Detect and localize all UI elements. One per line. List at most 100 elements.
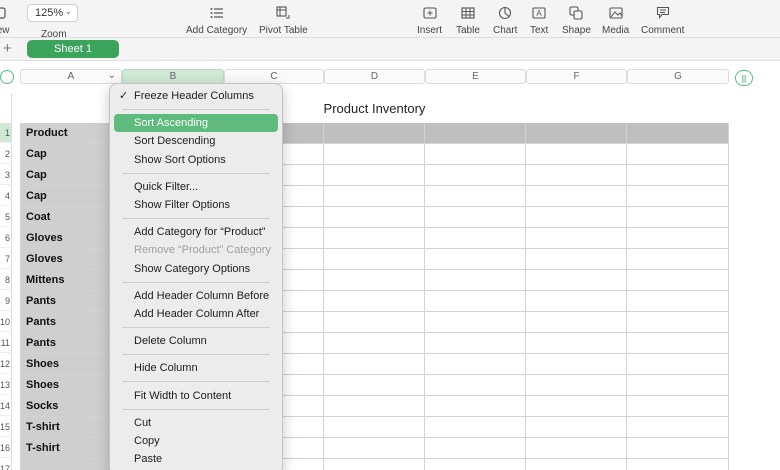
table-cell[interactable] <box>627 144 729 165</box>
add-sheet-button[interactable]: + <box>3 40 12 57</box>
table-cell[interactable] <box>526 375 627 396</box>
row-header[interactable]: 16 <box>0 438 12 458</box>
table-cell[interactable] <box>324 417 425 438</box>
row-header[interactable]: 7 <box>0 249 12 269</box>
pause-icon[interactable]: || <box>735 70 753 86</box>
table-cell[interactable] <box>324 186 425 207</box>
table-cell[interactable] <box>526 459 627 470</box>
table-cell[interactable] <box>627 186 729 207</box>
table-cell[interactable] <box>526 123 627 144</box>
table-cell[interactable] <box>526 438 627 459</box>
table-cell[interactable] <box>627 312 729 333</box>
table-cell[interactable] <box>324 228 425 249</box>
table-cell[interactable] <box>324 375 425 396</box>
product-cell[interactable]: Cap <box>20 165 122 186</box>
row-header[interactable]: 9 <box>0 291 12 311</box>
menu-item-hide-column[interactable]: Hide Column <box>114 359 278 377</box>
comment-button[interactable]: Comment <box>641 4 684 36</box>
menu-item-delete-column[interactable]: Delete Column <box>114 332 278 350</box>
row-header[interactable]: 12 <box>0 354 12 374</box>
media-button[interactable]: Media <box>602 4 629 36</box>
table-cell[interactable] <box>526 228 627 249</box>
table-cell[interactable] <box>627 375 729 396</box>
table-cell[interactable] <box>526 354 627 375</box>
product-cell[interactable]: T-shirt <box>20 417 122 438</box>
table-cell[interactable] <box>627 438 729 459</box>
row-header[interactable]: 4 <box>0 186 12 206</box>
table-cell[interactable] <box>627 333 729 354</box>
product-cell[interactable]: Cap <box>20 144 122 165</box>
table-cell[interactable] <box>425 333 526 354</box>
table-cell[interactable] <box>425 354 526 375</box>
table-cell[interactable] <box>425 459 526 470</box>
table-cell[interactable] <box>324 333 425 354</box>
table-cell[interactable] <box>526 207 627 228</box>
product-cell[interactable]: Pants <box>20 312 122 333</box>
product-cell[interactable]: Shoes <box>20 354 122 375</box>
menu-item-sort-ascending[interactable]: Sort Ascending <box>114 114 278 133</box>
table-cell[interactable] <box>627 123 729 144</box>
column-header-d[interactable]: D <box>324 69 425 84</box>
menu-item-show-filter-options[interactable]: Show Filter Options <box>114 196 278 214</box>
menu-item-cut[interactable]: Cut <box>114 414 278 432</box>
table-cell[interactable] <box>627 417 729 438</box>
row-header[interactable]: 3 <box>0 165 12 185</box>
row-header[interactable]: 2 <box>0 144 12 164</box>
product-cell[interactable]: Socks <box>20 396 122 417</box>
table-cell[interactable] <box>526 396 627 417</box>
product-cell[interactable]: Shoes <box>20 375 122 396</box>
table-cell[interactable] <box>627 249 729 270</box>
menu-item-copy[interactable]: Copy <box>114 432 278 450</box>
table-cell[interactable] <box>526 270 627 291</box>
tab-sheet-1[interactable]: Sheet 1 <box>27 40 119 58</box>
row-header[interactable]: 14 <box>0 396 12 416</box>
table-cell[interactable] <box>324 144 425 165</box>
chart-button[interactable]: Chart <box>493 4 517 36</box>
table-cell[interactable] <box>526 333 627 354</box>
table-cell[interactable] <box>627 354 729 375</box>
column-header-b[interactable]: B <box>122 69 224 84</box>
table-cell[interactable] <box>425 270 526 291</box>
table-cell[interactable] <box>425 207 526 228</box>
table-cell[interactable] <box>526 186 627 207</box>
table-cell[interactable] <box>425 438 526 459</box>
table-cell[interactable] <box>324 123 425 144</box>
table-cell[interactable] <box>627 291 729 312</box>
table-cell[interactable] <box>526 291 627 312</box>
table-cell[interactable] <box>627 396 729 417</box>
table-cell[interactable] <box>627 165 729 186</box>
header-cell-product[interactable]: Product <box>20 123 122 144</box>
table-cell[interactable] <box>324 249 425 270</box>
product-cell[interactable]: Mittens <box>20 270 122 291</box>
product-cell[interactable]: T-shirt <box>20 438 122 459</box>
menu-item-fit-width-to-content[interactable]: Fit Width to Content <box>114 386 278 404</box>
table-cell[interactable] <box>324 165 425 186</box>
table-cell[interactable] <box>425 396 526 417</box>
product-cell[interactable]: Coat <box>20 207 122 228</box>
table-cell[interactable] <box>526 144 627 165</box>
product-cell[interactable]: Pants <box>20 333 122 354</box>
table-cell[interactable] <box>425 417 526 438</box>
table-cell[interactable] <box>425 249 526 270</box>
product-cell[interactable]: Cap <box>20 186 122 207</box>
menu-item-paste[interactable]: Paste <box>114 450 278 468</box>
table-cell[interactable] <box>526 165 627 186</box>
table-cell[interactable] <box>627 459 729 470</box>
product-cell[interactable]: Gloves <box>20 249 122 270</box>
menu-item-show-sort-options[interactable]: Show Sort Options <box>114 151 278 169</box>
table-cell[interactable] <box>627 270 729 291</box>
product-cell[interactable]: Gloves <box>20 228 122 249</box>
table-cell[interactable] <box>425 375 526 396</box>
product-cell[interactable] <box>20 459 122 470</box>
row-header[interactable]: 13 <box>0 375 12 395</box>
row-header[interactable]: 15 <box>0 417 12 437</box>
shape-button[interactable]: Shape <box>562 4 591 36</box>
menu-item-freeze-header-columns[interactable]: ✓ Freeze Header Columns <box>114 87 278 105</box>
product-cell[interactable]: Pants <box>20 291 122 312</box>
row-header[interactable]: 11 <box>0 333 12 353</box>
table-cell[interactable] <box>425 186 526 207</box>
menu-item-sort-descending[interactable]: Sort Descending <box>114 132 278 150</box>
menu-item-add-header-column-before[interactable]: Add Header Column Before <box>114 287 278 305</box>
table-cell[interactable] <box>324 396 425 417</box>
row-header[interactable]: 10 <box>0 312 12 332</box>
